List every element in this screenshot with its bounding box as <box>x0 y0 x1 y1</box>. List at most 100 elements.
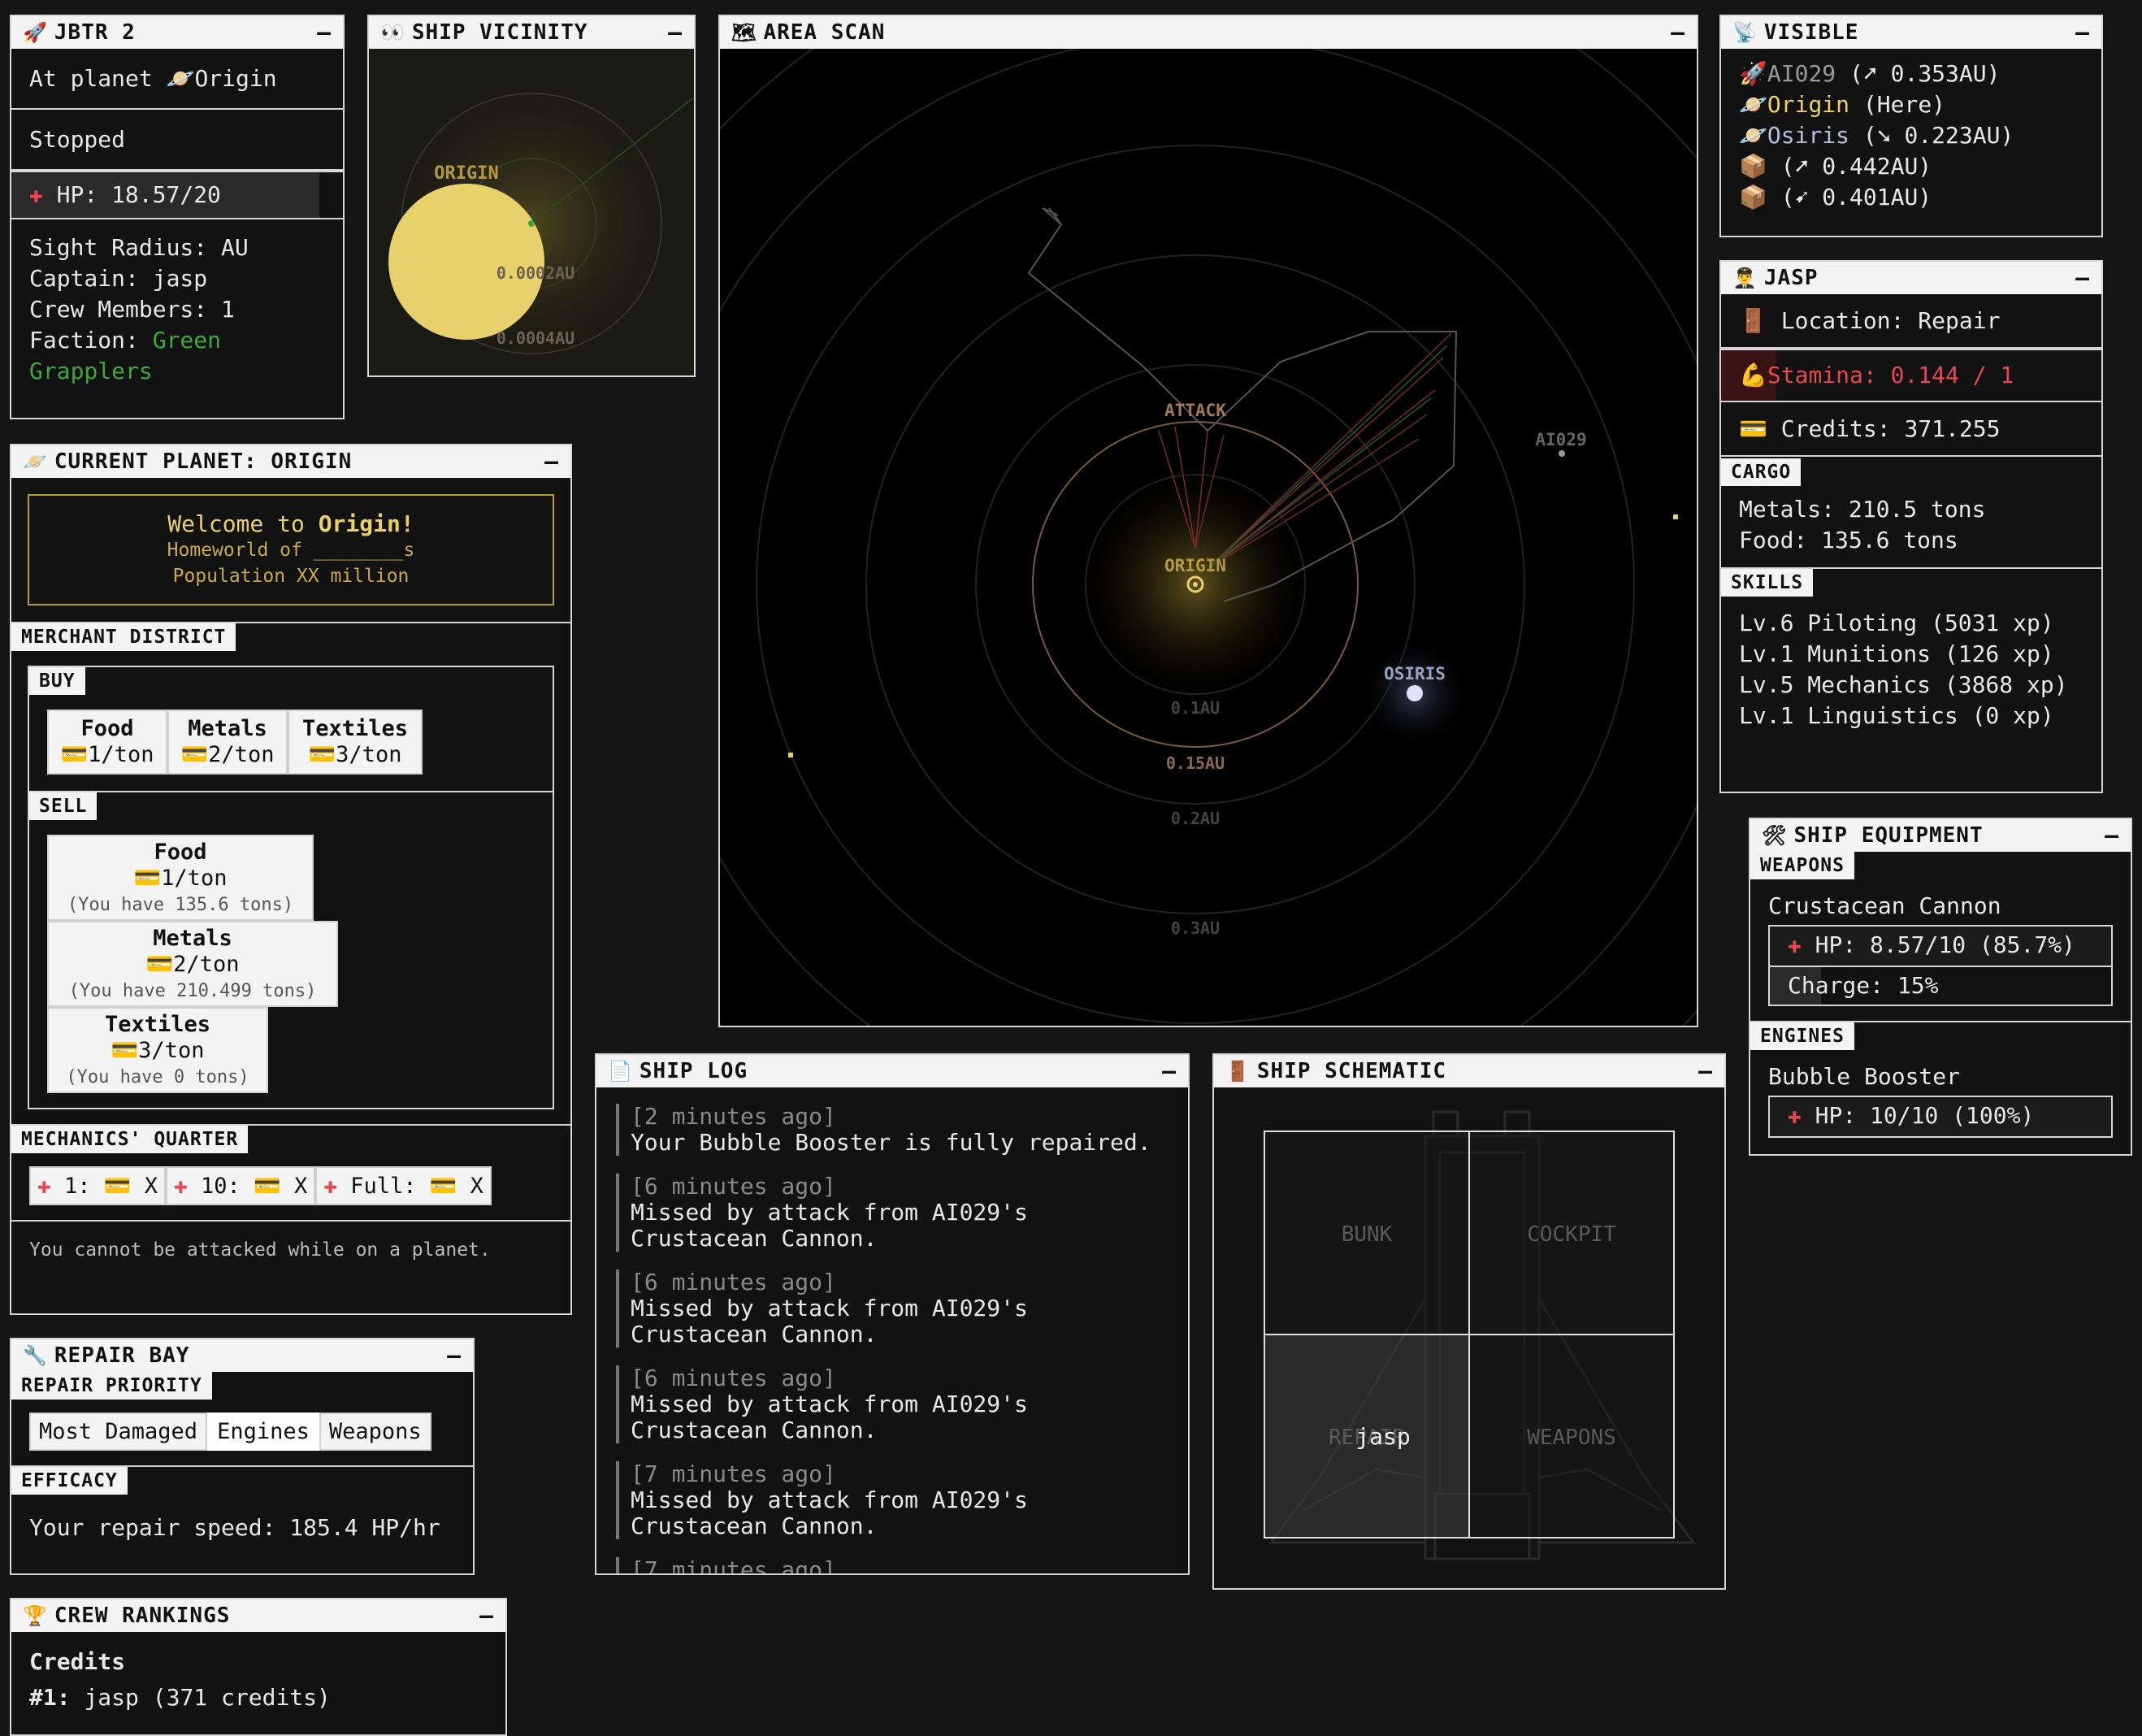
panel-title: SHIP EQUIPMENT <box>1793 823 1984 848</box>
repair-amount: 10: <box>201 1174 241 1199</box>
package-icon: 📦 <box>1739 184 1767 210</box>
osiris-label: OSIRIS <box>1384 664 1446 684</box>
good-price: 1/ton <box>161 866 228 891</box>
panel-title: JASP <box>1763 266 1819 290</box>
ranking-entry: #1: jasp (371 credits) <box>29 1682 488 1713</box>
repair-priority-label: REPAIR PRIORITY <box>11 1372 212 1400</box>
minimize-button[interactable]: – <box>2075 262 2090 294</box>
panel-header: 🏆 CREW RANKINGS – <box>11 1599 505 1632</box>
log-scroll-area[interactable]: [2 minutes ago] Your Bubble Booster is fu… <box>596 1087 1188 1573</box>
visible-item[interactable]: 📦 (➚ 0.442AU) <box>1739 151 2083 182</box>
ring-label: 0.0002AU <box>496 263 575 283</box>
buy-metals-button[interactable]: Metals 💳2/ton <box>167 710 288 775</box>
rank-number: #1: <box>29 1684 71 1711</box>
document-icon: 📄 <box>608 1060 633 1083</box>
sell-metals-button[interactable]: Metals 💳2/ton (You have 210.499 tons) <box>47 921 338 1007</box>
homeworld-text: Homeworld of ________s <box>167 540 415 561</box>
ai029-label: AI029 <box>1535 430 1586 449</box>
good-name: Food <box>80 716 134 741</box>
ship-status-panel: 🚀 JBTR 2 – At planet 🪐Origin Stopped ✚ HP:… <box>10 15 345 419</box>
panel-header: 🔧 REPAIR BAY – <box>11 1339 473 1372</box>
log-text: Your Bubble Booster is fully repaired. <box>631 1129 1151 1156</box>
minimize-button[interactable]: – <box>1698 1055 1713 1087</box>
planet-name: Origin <box>194 65 277 92</box>
panel-header: 📄 SHIP LOG – <box>596 1055 1188 1087</box>
sell-food-button[interactable]: Food 💳1/ton (You have 135.6 tons) <box>47 835 314 921</box>
merchant-label: MERCHANT DISTRICT <box>11 623 236 651</box>
visible-item[interactable]: 🪐Osiris (➘ 0.223AU) <box>1739 120 2083 151</box>
merchant-district: MERCHANT DISTRICT BUY Food 💳1/tonMetals 💳2… <box>11 623 570 1126</box>
priority-engines[interactable]: Engines <box>207 1413 319 1451</box>
good-price: 3/ton <box>336 742 402 767</box>
repair-1-button[interactable]: ✚ 1: 💳 X <box>29 1166 166 1205</box>
osiris-marker[interactable] <box>1407 685 1423 701</box>
object-distance: (➘ 0.223AU) <box>1862 122 2014 149</box>
schematic-view: BUNK COCKPIT REPAIR WEAPONS jasp <box>1214 1087 1724 1588</box>
minimize-button[interactable]: – <box>447 1339 462 1372</box>
minimize-button[interactable]: – <box>317 16 332 49</box>
crew-member-panel: 👨‍✈️ JASP – 🚪 Location: Repair 💪Stamina: 0… <box>1719 260 2103 793</box>
health-icon: ✚ <box>1788 1108 1802 1127</box>
good-price: 1/ton <box>88 742 154 767</box>
rocket-icon: 🚀 <box>23 21 48 44</box>
efficacy-section: EFFICACY Your repair speed: 185.4 HP/hr <box>11 1467 473 1561</box>
buy-section: BUY Food 💳1/tonMetals 💳2/tonTextiles 💳3/ton <box>29 667 553 792</box>
visible-item[interactable]: 🪐Origin (Here) <box>1739 89 2083 120</box>
repair-amount: Full: <box>350 1174 417 1199</box>
location-row: At planet 🪐Origin <box>11 49 343 110</box>
efficacy-label: EFFICACY <box>11 1467 128 1495</box>
planet-label: ORIGIN <box>434 163 498 184</box>
repair-amount: 1: <box>64 1174 91 1199</box>
crew-rankings-panel: 🏆 CREW RANKINGS – Credits #1: jasp (371 cr… <box>10 1598 507 1736</box>
priority-most-damaged[interactable]: Most Damaged <box>29 1413 208 1451</box>
sell-section: SELL Food 💳1/ton (You have 135.6 tons) Met… <box>29 792 553 1108</box>
room-label: WEAPONS <box>1527 1426 1616 1450</box>
minimize-button[interactable]: – <box>1671 16 1685 49</box>
crew-credits: 💳 Credits: 371.255 <box>1721 402 2101 457</box>
log-timestamp: [6 minutes ago] <box>631 1365 836 1391</box>
ship-marker[interactable] <box>528 220 535 227</box>
minimize-button[interactable]: – <box>479 1599 494 1632</box>
repair-10-button[interactable]: ✚ 10: 💳 X <box>165 1166 316 1205</box>
buy-food-button[interactable]: Food 💳1/ton <box>47 710 167 775</box>
panel-title: SHIP LOG <box>639 1059 748 1083</box>
repair-priority-options: Most Damaged Engines Weapons <box>11 1400 473 1451</box>
priority-weapons[interactable]: Weapons <box>319 1413 431 1451</box>
minimize-button[interactable]: – <box>544 445 559 478</box>
door-icon: 🚪 <box>1225 1060 1251 1083</box>
hull-hp-text: HP: 18.57/20 <box>56 181 221 208</box>
minimize-button[interactable]: – <box>1162 1055 1177 1087</box>
object-distance: (➚ 0.442AU) <box>1780 153 1932 180</box>
ship-name: JBTR 2 <box>54 20 136 45</box>
faction-name[interactable]: Green <box>153 327 221 354</box>
buy-buttons: Food 💳1/tonMetals 💳2/tonTextiles 💳3/ton <box>29 695 553 775</box>
origin-label: ORIGIN <box>1164 556 1226 575</box>
panel-header: 🚪 SHIP SCHEMATIC – <box>1214 1055 1724 1087</box>
minimize-button[interactable]: – <box>2075 16 2090 49</box>
crew-location[interactable]: 🚪 Location: Repair <box>1721 294 2101 349</box>
captain: Captain: jasp <box>29 265 208 292</box>
cargo-section: CARGO Metals: 210.5 tons Food: 135.6 ton… <box>1721 457 2101 569</box>
object-distance: (➚ 0.353AU) <box>1849 60 2001 87</box>
faction-name-continued[interactable]: Grapplers <box>29 356 325 387</box>
cargo-marker[interactable] <box>1673 514 1678 519</box>
minimize-button[interactable]: – <box>2105 819 2119 852</box>
log-text: Missed by attack from AI029's <box>631 1199 1028 1226</box>
repair-full-button[interactable]: ✚ Full: 💳 X <box>315 1166 492 1205</box>
minimize-button[interactable]: – <box>668 16 683 49</box>
crew-marker[interactable]: jasp <box>1355 1423 1410 1450</box>
weapons-section: WEAPONS Crustacean Cannon ✚ HP: 8.57/10 … <box>1750 852 2131 1022</box>
ai029-marker[interactable] <box>1559 450 1565 457</box>
planet-origin[interactable] <box>388 184 544 340</box>
area-scan-map[interactable]: ATTACK ORIGIN OSIRIS AI029 0.1AU 0.15AU … <box>720 49 1697 1026</box>
visible-item[interactable]: 🚀AI029 (➚ 0.353AU) <box>1739 59 2083 89</box>
sell-textiles-button[interactable]: Textiles 💳3/ton (You have 0 tons) <box>47 1007 268 1093</box>
cargo-food: Food: 135.6 tons <box>1739 527 1958 553</box>
vicinity-map[interactable]: ORIGIN 0.0002AU 0.0004AU <box>369 49 694 375</box>
credit-card-icon: 💳 <box>308 742 336 767</box>
log-timestamp: [7 minutes ago] <box>631 1556 836 1574</box>
buy-textiles-button[interactable]: Textiles 💳3/ton <box>288 710 423 775</box>
cargo-marker[interactable] <box>788 753 793 757</box>
stamina-text: Stamina: 0.144 / 1 <box>1767 362 2014 388</box>
visible-item[interactable]: 📦 (➹ 0.401AU) <box>1739 182 2083 213</box>
